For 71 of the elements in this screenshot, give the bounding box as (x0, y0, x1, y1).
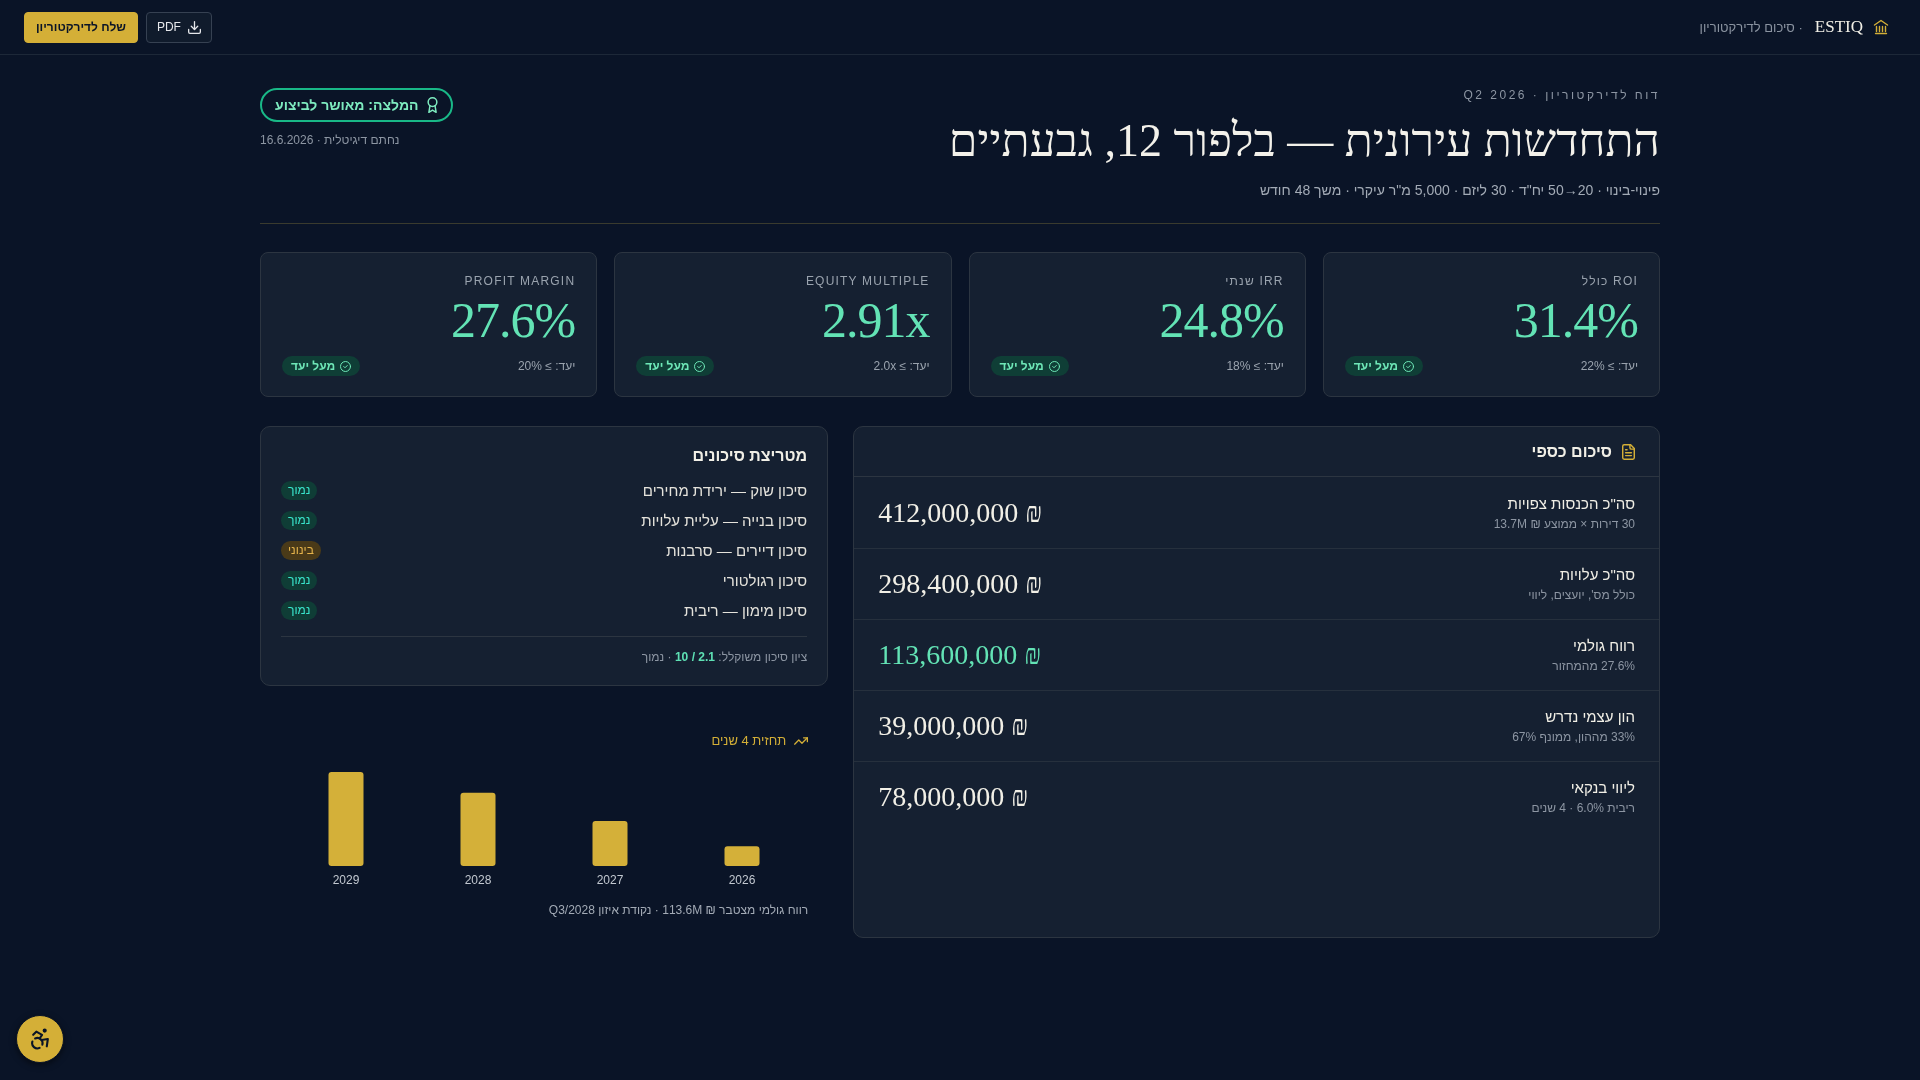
risk-label: סיכון מימון — ריבית (684, 601, 808, 619)
building-icon (1873, 19, 1889, 35)
download-icon (187, 20, 201, 34)
summary-note: 30 דירות × ממוצע ₪ 13.7M (1493, 515, 1635, 532)
risk-level-badge: בינוני (281, 540, 321, 560)
download-button[interactable]: PDF (145, 11, 212, 43)
kpi-label: ROI כולל (1580, 273, 1638, 290)
summary-value: 412,000,000 ₪ (878, 496, 1043, 529)
trend-up-icon (794, 737, 809, 745)
summary-note: ריבית 6.0% · 4 שנים (1531, 800, 1635, 816)
summary-value: 39,000,000 ₪ (878, 710, 1029, 742)
page-subtitle: · סיכום לדירקטוריון (1699, 19, 1803, 35)
kpi-target: יעד: ≥ 22% (1580, 359, 1638, 373)
risk-level-badge: נמוך (281, 510, 318, 530)
report-kicker: דוח לדירקטוריון · Q2 2026 (1463, 88, 1660, 102)
kpi-target: יעד: ≥ 18% (1226, 359, 1284, 373)
risk-label: סיכון בנייה — עליית עלויות (641, 511, 808, 529)
chart-title: תחזית 4 שנים (711, 732, 787, 750)
section-title: סיכום כספי (1531, 442, 1612, 461)
brand-name: ESTIQ (1814, 17, 1863, 37)
risk-level-badge: נמוך (281, 570, 318, 590)
chart-bar (724, 846, 760, 866)
accessibility-button[interactable] (16, 1015, 64, 1063)
status-label: מעל יעד (645, 359, 690, 373)
page-title: התחדשות עירונית — בלפור 12, גבעתיים (948, 114, 1660, 168)
kpi-label: IRR שנתי (1224, 273, 1284, 290)
signature-note: נחתם דיגיטלית · 16.6.2026 (260, 132, 400, 148)
axis-label: 2026 (728, 873, 756, 887)
risk-level-badge: נמוך (281, 600, 318, 620)
kpi-target: יעד: ≥ 20% (517, 359, 576, 373)
status-label: מעל יעד (1353, 359, 1398, 373)
summary-label: רווח גולמי (1573, 636, 1635, 656)
status-label: מעל יעד (291, 359, 336, 373)
kpi-value: 2.91x (821, 294, 930, 346)
risk-label: סיכון רגולטורי (722, 571, 808, 589)
status-label: מעל יעד (999, 359, 1044, 373)
recommendation-label: המלצה: מאושר לביצוע (275, 97, 419, 113)
kpi-label: EQUITY MULTIPLE (804, 273, 930, 290)
check-circle-icon (1048, 360, 1060, 372)
document-icon (1622, 443, 1635, 460)
axis-label: 2028 (464, 873, 492, 887)
summary-label: סה"כ עלויות (1559, 565, 1635, 585)
check-circle-icon (1403, 360, 1414, 372)
check-circle-icon (694, 360, 706, 372)
axis-label: 2027 (596, 873, 624, 887)
section-title: מטריצת סיכונים (691, 446, 808, 466)
summary-value: 298,400,000 ₪ (878, 568, 1043, 600)
summary-value: 113,600,000 ₪ (878, 639, 1042, 671)
kpi-label: PROFIT MARGIN (463, 273, 576, 290)
chart-caption: רווח גולמי מצטבר ₪ 113.6M · נקודת איזון Q3/2028 (547, 902, 809, 918)
summary-label: ליווי בנקאי (1570, 778, 1635, 798)
summary-value: 78,000,000 ₪ (878, 781, 1029, 813)
axis-label: 2029 (332, 873, 360, 887)
medal-icon (426, 97, 438, 113)
accessibility-icon (30, 1028, 50, 1050)
kpi-value: 31.4% (1512, 294, 1638, 346)
summary-note: 27.6% מהמחזור (1552, 658, 1635, 674)
kpi-target: יעד: ≥ 2.0x (873, 359, 930, 373)
summary-note: כולל מס', יועצים, ליווי (1528, 587, 1635, 603)
summary-label: הון עצמי נדרש (1545, 707, 1635, 727)
chart-bar (592, 820, 628, 866)
risk-label: סיכון שוק — ירידת מחירים (642, 481, 808, 499)
check-circle-icon (340, 360, 352, 372)
risk-label: סיכון דיירים — סרבנות (666, 541, 808, 559)
kpi-value: 27.6% (450, 294, 576, 346)
summary-label: סה"כ הכנסות צפויות (1507, 493, 1635, 514)
project-summary: פינוי-בינוי · 20→50 יח"ד · 30 ליזם · 5,000 מ"ר עיקרי · משך 48 חודש (1259, 181, 1660, 199)
risk-level-badge: נמוך (281, 480, 318, 500)
kpi-value: 24.8% (1158, 294, 1284, 346)
summary-note: 33% מההון, ממונף 67% (1512, 729, 1635, 745)
send-button[interactable]: שלח לדירקטוריון (24, 11, 138, 43)
